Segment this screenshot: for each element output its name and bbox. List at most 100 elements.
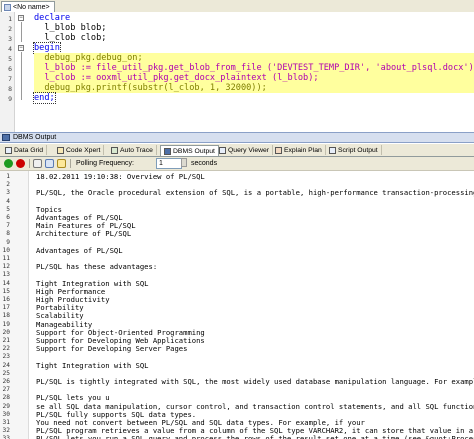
output-line-number: 25 xyxy=(2,369,10,377)
line-number: 2 xyxy=(8,25,12,33)
output-line-number: 8 xyxy=(6,230,10,238)
line-number: 4 xyxy=(8,45,12,53)
polling-frequency-spinner[interactable] xyxy=(181,158,187,167)
line-number: 6 xyxy=(8,65,12,73)
tab-code-xpert[interactable]: Code Xpert xyxy=(54,145,105,155)
stop-icon[interactable] xyxy=(16,159,25,168)
tab-label: Data Grid xyxy=(14,146,44,154)
output-line: PL/SQL has these advantages: xyxy=(36,262,158,272)
output-line-number: 5 xyxy=(6,205,10,213)
output-line-number: 32 xyxy=(2,427,10,435)
dbms-output-toolbar: Polling Frequency: 1 seconds xyxy=(0,157,474,171)
save-icon[interactable] xyxy=(45,159,54,168)
output-line-number: 24 xyxy=(2,361,10,369)
output-line-number: 1 xyxy=(6,173,10,180)
sql-file-icon xyxy=(4,3,11,11)
line-number: 1 xyxy=(8,15,12,23)
output-line-number: 18 xyxy=(2,312,10,320)
polling-frequency-label: Polling Frequency: xyxy=(76,160,134,167)
line-number: 8 xyxy=(8,85,12,93)
tab-label: DBMS Output xyxy=(173,147,215,155)
output-line-number: 15 xyxy=(2,287,10,295)
line-number: 7 xyxy=(8,75,12,83)
output-line-number: 17 xyxy=(2,304,10,312)
fold-margin: − − xyxy=(16,12,26,132)
output-line-number: 33 xyxy=(2,435,10,439)
output-line: Architecture of PL/SQL xyxy=(36,229,132,239)
output-line-number: 13 xyxy=(2,271,10,279)
tab-dbms-output[interactable]: DBMS Output xyxy=(160,145,219,156)
code-line-current: l_blob := file_util_pkg.get_blob_from_fi… xyxy=(34,63,474,73)
output-line: PL/SQL lets you run a SQL query and proc… xyxy=(36,434,474,439)
output-line: Tight Integration with SQL xyxy=(36,360,149,370)
line-number: 5 xyxy=(8,55,12,63)
code-line: begin xyxy=(33,42,61,54)
output-line: PL/SQL, the Oracle procedural extension … xyxy=(36,188,474,198)
dbms-output-icon xyxy=(2,134,10,141)
output-line-number: 28 xyxy=(2,394,10,402)
fold-toggle-icon[interactable]: − xyxy=(18,45,24,51)
clear-icon[interactable] xyxy=(33,159,42,168)
tab-explain-plan[interactable]: Explain Plan xyxy=(272,145,326,155)
output-line-number: 9 xyxy=(6,238,10,246)
line-number: 3 xyxy=(8,35,12,43)
sql-editor[interactable]: − − 1 2 3 4 5 6 7 8 9 declare l_blob blo… xyxy=(0,12,474,143)
tab-label: Explain Plan xyxy=(284,146,322,154)
tab-label: Code Xpert xyxy=(66,146,101,154)
fold-toggle-icon[interactable]: − xyxy=(18,15,24,21)
output-line-number: 6 xyxy=(6,214,10,221)
enable-output-icon[interactable] xyxy=(4,159,13,168)
query-viewer-icon xyxy=(219,146,226,154)
output-line-number: 27 xyxy=(2,386,10,394)
tab-auto-trace[interactable]: Auto Trace xyxy=(108,145,157,155)
auto-trace-icon xyxy=(111,146,118,154)
polling-unit-label: seconds xyxy=(191,160,218,167)
output-line-number: 10 xyxy=(2,246,10,254)
output-line-number: 2 xyxy=(6,181,10,189)
code-line: declare xyxy=(34,13,71,23)
output-line: Advantages of PL/SQL xyxy=(36,245,123,255)
code-line: l_clob clob; xyxy=(34,33,107,43)
output-line-number: 12 xyxy=(2,263,10,271)
code-line: end; xyxy=(33,92,56,104)
output-line-number: 23 xyxy=(2,353,10,361)
panel-title: DBMS Output xyxy=(13,134,57,141)
dbms-output-text[interactable]: 1 2 3 4 5 6 7 8 9 10 11 12 13 14 15 16 17 18 19 20 21 22 23 24 2… xyxy=(0,171,474,439)
output-line-number: 19 xyxy=(2,320,10,328)
output-line-number: 14 xyxy=(2,279,10,287)
tab-label: Script Output xyxy=(338,146,378,154)
output-line-number: 7 xyxy=(6,222,10,230)
output-line-number: 20 xyxy=(2,328,10,336)
editor-tab[interactable]: <No name> xyxy=(1,1,55,12)
grid-icon xyxy=(5,146,12,154)
output-line-number: 3 xyxy=(6,189,10,197)
output-line-number: 29 xyxy=(2,402,10,410)
output-line-number: 4 xyxy=(6,197,10,205)
tab-script-output[interactable]: Script Output xyxy=(326,145,382,155)
output-line: PL/SQL is tightly integrated with SQL, t… xyxy=(36,377,474,386)
code-xpert-icon xyxy=(57,146,64,154)
output-line-number: 31 xyxy=(2,419,10,426)
result-tabs: Data Grid Code Xpert Auto Trace DBMS Out… xyxy=(0,144,474,157)
output-line: 18.02.2011 19:10:38: Overview of PL/SQL xyxy=(36,172,205,181)
output-line-number: 30 xyxy=(2,410,10,418)
code-line: l_blob blob; xyxy=(34,23,107,33)
line-number: 9 xyxy=(8,95,12,103)
explain-plan-icon xyxy=(275,146,282,154)
output-line-number: 26 xyxy=(2,378,10,385)
polling-frequency-input[interactable]: 1 xyxy=(156,158,182,169)
output-line-number: 22 xyxy=(2,345,10,353)
dbms-output-icon xyxy=(164,147,171,155)
code-line-current: debug_pkg.printf(substr(l_clob, 1, 32000… xyxy=(34,83,474,93)
dbms-output-panel-title: DBMS Output xyxy=(0,132,474,143)
tab-query-viewer[interactable]: Query Viewer xyxy=(216,145,274,155)
open-icon[interactable] xyxy=(57,159,66,168)
output-line: Support for Developing Server Pages xyxy=(36,344,188,354)
code-line-current: debug_pkg.debug_on; xyxy=(34,53,474,63)
code-line-current: l_clob := ooxml_util_pkg.get_docx_plaint… xyxy=(34,73,474,83)
tab-label: Auto Trace xyxy=(120,146,153,154)
tab-data-grid[interactable]: Data Grid xyxy=(2,145,48,155)
tab-label: Query Viewer xyxy=(228,146,270,154)
script-output-icon xyxy=(329,146,336,154)
editor-tab-label: <No name> xyxy=(13,3,50,11)
